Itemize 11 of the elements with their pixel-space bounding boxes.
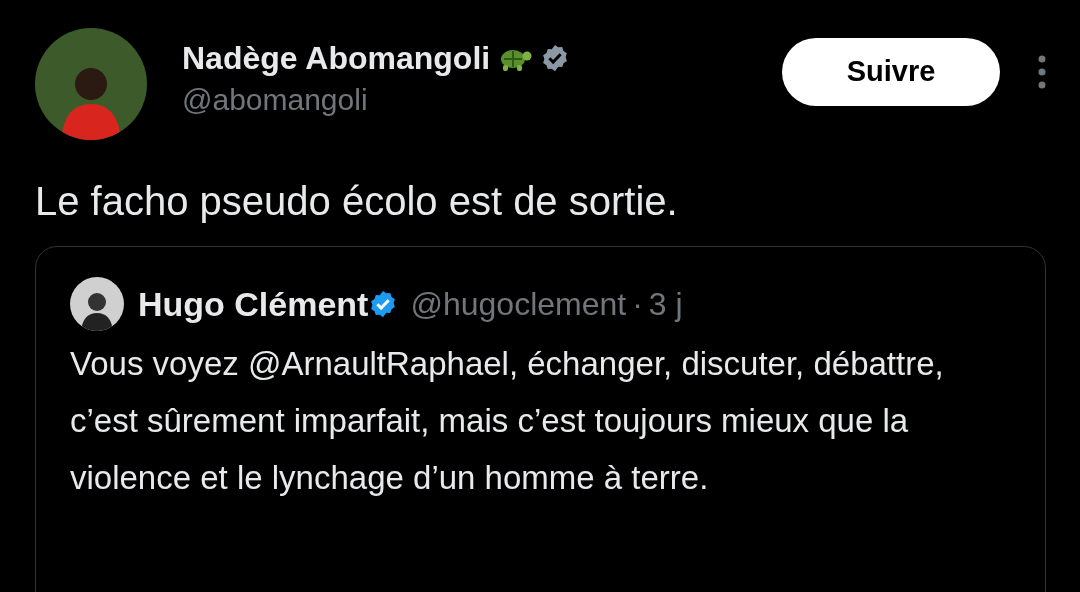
quoted-tweet-card[interactable]: Hugo Clément @hugoclement · 3 j Vous voyez @ArnaultRaphael, échanger, discuter, débattre, c’est sûrement imparfait, mais c’est toujours mieux que la violence et le lynchage d’un homme à terre. bbox=[35, 246, 1046, 592]
author-handle[interactable]: @abomangoli bbox=[182, 80, 571, 120]
quoted-tweet-text: Vous voyez @ArnaultRaphael, échanger, discuter, débattre, c’est sûrement imparfait, mais c’est toujours mieux que la violence et le lynchage d’un homme à terre. bbox=[70, 344, 945, 498]
quoted-author-name: Hugo Clément bbox=[138, 283, 369, 325]
timestamp: 3 j bbox=[648, 285, 683, 324]
separator: · bbox=[632, 285, 643, 324]
quoted-author-handle: @hugoclement bbox=[410, 285, 627, 324]
author-name[interactable]: Nadège Abomangoli bbox=[182, 38, 491, 78]
tweet-text: Le facho pseudo écolo est de sortie. bbox=[35, 178, 679, 225]
more-options-icon[interactable] bbox=[1038, 55, 1046, 89]
follow-button[interactable]: Suivre bbox=[782, 38, 1000, 106]
